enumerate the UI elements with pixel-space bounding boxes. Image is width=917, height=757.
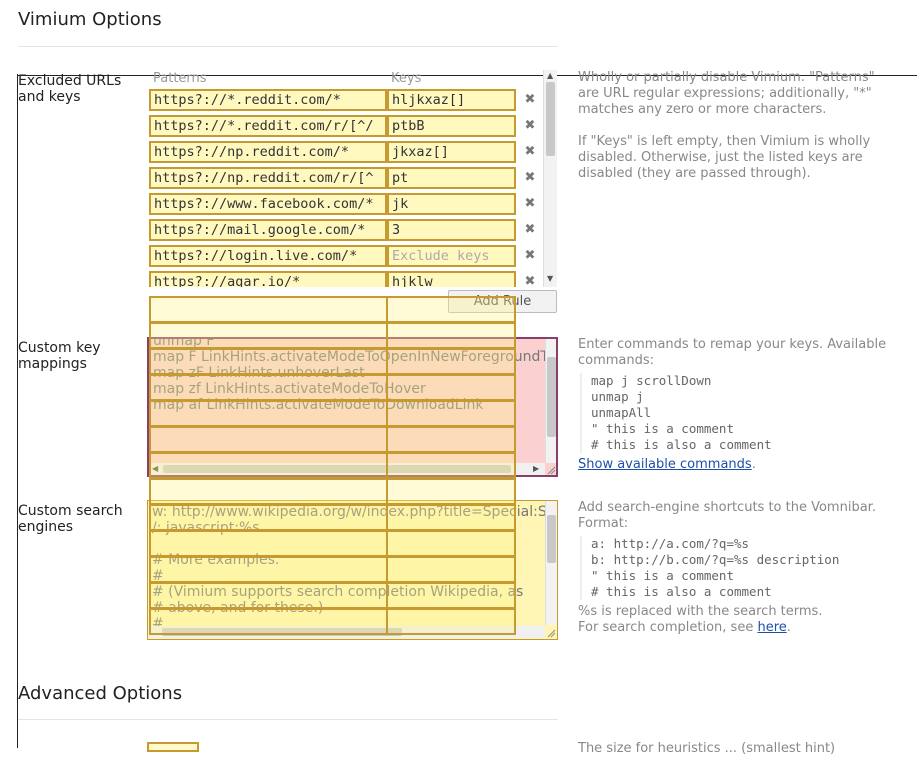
highlight-box — [386, 426, 516, 453]
code-line: a: http://a.com/?q=%s — [591, 536, 750, 551]
highlight-box — [386, 478, 516, 505]
searchengines-help-after: %s is replaced with the search terms. — [578, 604, 823, 619]
keys-input[interactable]: ptbB — [387, 115, 516, 137]
keymap-vscrollbar[interactable] — [545, 339, 556, 463]
advanced-input[interactable] — [147, 742, 199, 752]
keys-input[interactable]: pt — [387, 167, 516, 189]
keys-input[interactable]: jkxaz[] — [387, 141, 516, 163]
section-divider — [18, 719, 558, 720]
highlight-box — [386, 374, 516, 401]
highlight-box — [386, 348, 516, 375]
pattern-input[interactable]: https?://mail.google.com/* — [149, 219, 387, 241]
exclusion-scrollbar[interactable]: ▲ ▼ — [543, 70, 557, 287]
pattern-input[interactable]: https?://login.live.com/* — [149, 245, 387, 267]
resize-handle-icon[interactable] — [546, 465, 556, 475]
pattern-input[interactable]: https?://*.reddit.com/* — [149, 89, 387, 111]
exclusions-help-text-2: If "Keys" is left empty, then Vimium is … — [578, 134, 871, 181]
highlight-box — [149, 296, 388, 323]
remove-rule-icon[interactable]: ✖ — [523, 117, 537, 135]
excluded-urls-label: Excluded URLs and keys — [18, 73, 122, 105]
highlight-box — [149, 322, 388, 349]
exclusions-help-text-1: Wholly or partially disable Vimium. "Pat… — [578, 70, 875, 117]
pattern-input[interactable]: https?://www.facebook.com/* — [149, 193, 387, 215]
highlight-box — [149, 374, 388, 401]
searchengines-help-intro: Add search-engine shortcuts to the Vomni… — [578, 500, 876, 531]
advanced-help: The size for heuristics ... (smallest hi… — [578, 741, 836, 756]
code-line: " this is a comment — [591, 568, 734, 583]
keys-input[interactable]: hljkxaz[] — [387, 89, 516, 111]
remove-rule-icon[interactable]: ✖ — [523, 143, 537, 161]
code-line: unmapAll — [591, 405, 652, 420]
border-line — [17, 74, 18, 748]
scroll-thumb[interactable] — [547, 357, 556, 437]
highlight-box — [386, 608, 516, 635]
here-link[interactable]: here — [757, 620, 786, 635]
exclusions-help: Wholly or partially disable Vimium. "Pat… — [578, 70, 878, 182]
highlight-box — [386, 322, 516, 349]
resize-handle-icon[interactable] — [546, 628, 556, 638]
key-mappings-label: Custom key mappings — [18, 340, 101, 372]
code-line: map j scrollDown — [591, 373, 712, 388]
keymappings-help-intro: Enter commands to remap your keys. Avail… — [578, 337, 887, 368]
searchengines-help-completion: For search completion, see — [578, 620, 754, 635]
keymappings-help: Enter commands to remap your keys. Avail… — [578, 337, 888, 473]
show-commands-link[interactable]: Show available commands — [578, 457, 752, 472]
scroll-thumb[interactable] — [547, 515, 556, 563]
search-vscrollbar[interactable] — [545, 501, 557, 625]
highlight-box — [149, 400, 388, 427]
highlight-box — [149, 556, 388, 583]
search-engines-label: Custom search engines — [18, 503, 123, 535]
scroll-down-arrow-icon[interactable]: ▼ — [547, 275, 553, 283]
keymappings-example-code: map j scrollDown unmap j unmapAll " this is… — [580, 373, 888, 453]
keys-input[interactable]: Exclude keys — [387, 245, 516, 267]
highlight-box — [386, 530, 516, 557]
highlight-box — [149, 478, 388, 505]
code-line: # this is also a comment — [591, 437, 772, 452]
highlight-box — [386, 452, 516, 479]
highlight-box — [386, 296, 516, 323]
highlight-box — [386, 556, 516, 583]
highlight-box — [149, 530, 388, 557]
code-line: b: http://b.com/?q=%s description — [591, 552, 840, 567]
remove-rule-icon[interactable]: ✖ — [523, 195, 537, 213]
highlight-box — [149, 348, 388, 375]
keys-input[interactable]: 3 — [387, 219, 516, 241]
pattern-input[interactable]: https?://*.reddit.com/r/[^/ — [149, 115, 387, 137]
highlight-box — [149, 582, 388, 609]
remove-rule-icon[interactable]: ✖ — [523, 221, 537, 239]
remove-rule-icon[interactable]: ✖ — [523, 91, 537, 109]
highlight-box — [149, 608, 388, 635]
highlight-box — [386, 400, 516, 427]
highlight-box — [386, 504, 516, 531]
keys-input[interactable]: jk — [387, 193, 516, 215]
pattern-input[interactable]: https?://np.reddit.com/* — [149, 141, 387, 163]
section-divider — [18, 46, 558, 47]
remove-rule-icon[interactable]: ✖ — [523, 169, 537, 187]
keys-input[interactable]: hjklw — [387, 271, 516, 287]
advanced-options-title: Advanced Options — [18, 683, 183, 704]
code-line: " this is a comment — [591, 421, 734, 436]
code-line: # this is also a comment — [591, 584, 772, 599]
scroll-up-arrow-icon[interactable]: ▲ — [547, 72, 553, 80]
pattern-input[interactable]: https?://agar.io/* — [149, 271, 387, 287]
remove-rule-icon[interactable]: ✖ — [523, 247, 537, 265]
pattern-input[interactable]: https?://np.reddit.com/r/[^ — [149, 167, 387, 189]
scroll-thumb[interactable] — [546, 82, 555, 156]
highlight-box — [149, 452, 388, 479]
code-line: unmap j — [591, 389, 644, 404]
exclusion-rules-list[interactable]: https?://*.reddit.com/* hljkxaz[] ✖ https?:… — [148, 70, 558, 287]
searchengines-help: Add search-engine shortcuts to the Vomni… — [578, 500, 878, 636]
highlight-box — [149, 426, 388, 453]
remove-rule-icon[interactable]: ✖ — [523, 273, 537, 287]
link-suffix: . — [751, 457, 756, 472]
highlight-box — [386, 582, 516, 609]
scroll-right-arrow-icon[interactable]: ▶ — [533, 465, 539, 473]
searchengines-example-code: a: http://a.com/?q=%s b: http://b.com/?q=… — [580, 536, 878, 600]
highlight-box — [149, 504, 388, 531]
link-suffix: . — [786, 620, 791, 635]
page-title: Vimium Options — [18, 9, 162, 30]
